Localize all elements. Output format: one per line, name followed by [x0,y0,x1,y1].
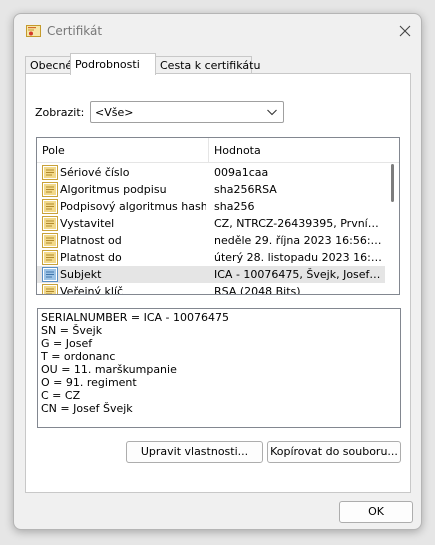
row-value: úterý 28. listopadu 2023 16:5... [214,251,382,264]
field-icon [42,284,58,294]
row-value: neděle 29. října 2023 16:56:05 [214,234,382,247]
row-value: 009a1caa [214,166,269,179]
row-value: CZ, NTRCZ-26439395, První c... [214,217,382,230]
row-field: Vystavitel [60,217,115,230]
row-value: RSA (2048 Bits) [214,285,301,295]
certificate-icon [26,25,41,37]
list-scrollbar[interactable] [387,162,399,294]
list-item[interactable]: Vystavitel CZ, NTRCZ-26439395, První c..… [37,215,385,232]
detail-line: O = 91. regiment [41,376,137,389]
window-title: Certifikát [47,24,103,38]
copy-to-file-button[interactable]: Kopírovat do souboru... [267,441,401,463]
column-separator[interactable] [208,138,209,162]
column-header-value[interactable]: Hodnota [214,144,261,157]
close-button[interactable] [394,21,416,41]
list-item[interactable]: Platnost do úterý 28. listopadu 2023 16:… [37,249,385,266]
field-icon [42,233,58,248]
scroll-thumb[interactable] [391,164,394,202]
column-header-field[interactable]: Pole [42,144,65,157]
details-panel: Zobrazit: <Vše> Pole Hodnota Sériové čís… [25,73,411,493]
detail-line: OU = 11. maršk​umpanie [41,363,177,376]
list-item[interactable]: Sériové číslo 009a1caa [37,164,385,181]
list-item[interactable]: Platnost od neděle 29. října 2023 16:56:… [37,232,385,249]
row-value: sha256 [214,200,255,213]
row-value: ICA - 10076475, Švejk, Josef,... [214,268,382,281]
list-item[interactable]: Podpisový algoritmus hash sha256 [37,198,385,215]
row-field: Subjekt [60,268,102,281]
ok-button[interactable]: OK [339,501,413,523]
edit-properties-button[interactable]: Upravit vlastnosti... [126,441,263,463]
row-field: Platnost do [60,251,122,264]
detail-line: CN = Josef Švejk [41,402,133,415]
detail-line: C = CZ [41,389,81,402]
detail-line: SERIALNUMBER = ICA - 10076475 [41,311,229,324]
fields-list[interactable]: Pole Hodnota Sériové číslo 009a1caa Algo… [36,137,400,295]
subject-icon [42,267,58,282]
row-field: Podpisový algoritmus hash [60,200,206,213]
field-icon [42,165,58,180]
row-field: Sériové číslo [60,166,130,179]
field-icon [42,199,58,214]
list-header: Pole Hodnota [37,138,399,163]
detail-line: T = ordonanc [41,350,116,363]
tab-details[interactable]: Podrobnosti [70,53,156,75]
certificate-dialog: Certifikát Obecné Podrobnosti Cesta k ce… [13,13,422,530]
tab-general[interactable]: Obecné [25,56,72,74]
field-icon [42,250,58,265]
show-select[interactable]: <Vše> [90,101,284,123]
chevron-down-icon [267,109,277,116]
field-icon [42,216,58,231]
title-bar: Certifikát [14,14,421,48]
list-item[interactable]: Algoritmus podpisu sha256RSA [37,181,385,198]
field-icon [42,182,58,197]
detail-line: SN = Švejk [41,324,103,337]
show-label: Zobrazit: [35,106,85,119]
row-field: Platnost od [60,234,122,247]
list-item[interactable]: Subjekt ICA - 10076475, Švejk, Josef,... [37,266,385,283]
tab-certification-path[interactable]: Cesta k certifikátu [155,56,260,74]
row-value: sha256RSA [214,183,277,196]
detail-line: G = Josef [41,337,93,350]
field-detail-text[interactable]: SERIALNUMBER = ICA - 10076475 SN = Švejk G… [37,308,401,428]
show-select-value: <Vše> [95,106,134,119]
close-icon [399,25,411,37]
list-item[interactable]: Veřejný klíč RSA (2048 Bits) [37,283,385,295]
row-field: Algoritmus podpisu [60,183,167,196]
row-field: Veřejný klíč [60,285,124,295]
